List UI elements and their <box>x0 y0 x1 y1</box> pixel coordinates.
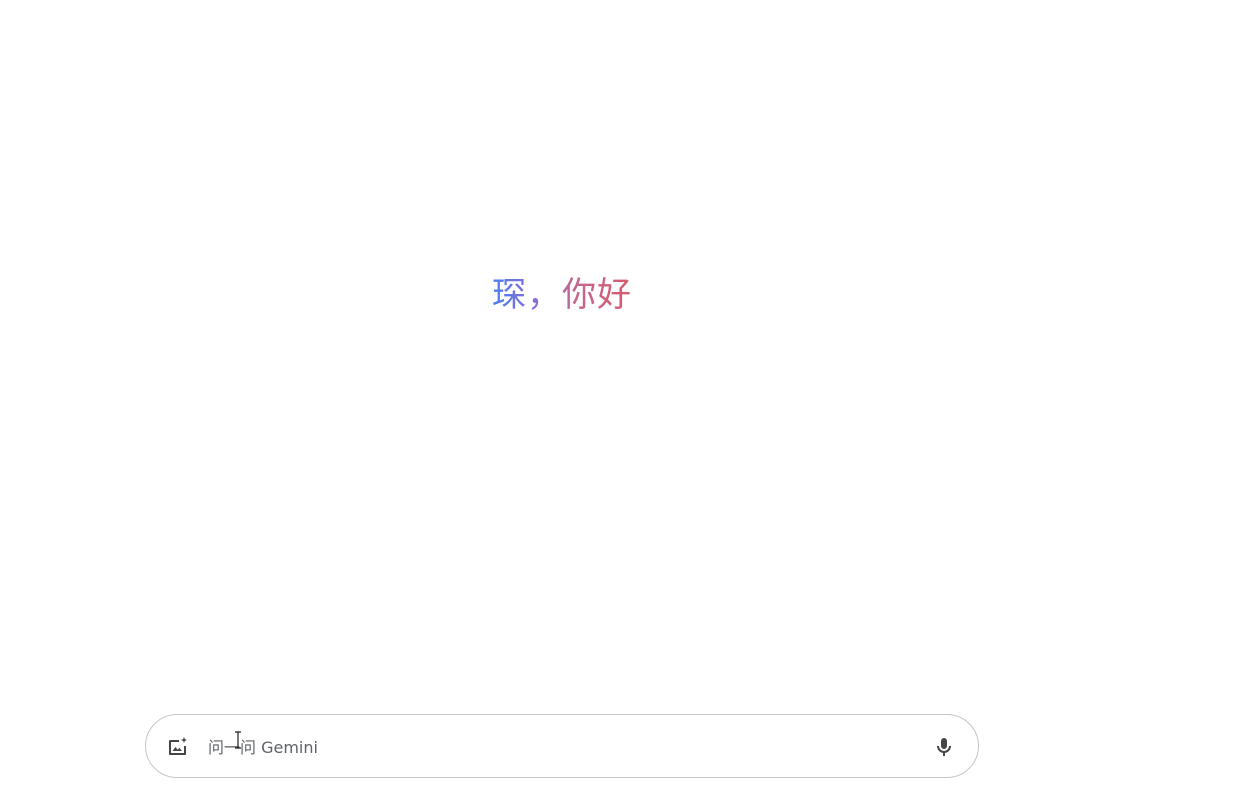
voice-input-button[interactable] <box>928 731 960 763</box>
prompt-input[interactable] <box>208 727 908 767</box>
prompt-bar <box>145 714 979 778</box>
greeting-salutation: 你好 <box>562 275 632 315</box>
upload-image-button[interactable] <box>162 731 194 763</box>
add-image-icon <box>169 737 187 755</box>
greeting-name: 琛 <box>492 275 527 315</box>
greeting-heading: 琛，你好 <box>492 270 632 320</box>
microphone-icon <box>937 738 951 756</box>
greeting-separator: ， <box>527 275 562 315</box>
gemini-page: 琛，你好 <box>0 0 1244 793</box>
